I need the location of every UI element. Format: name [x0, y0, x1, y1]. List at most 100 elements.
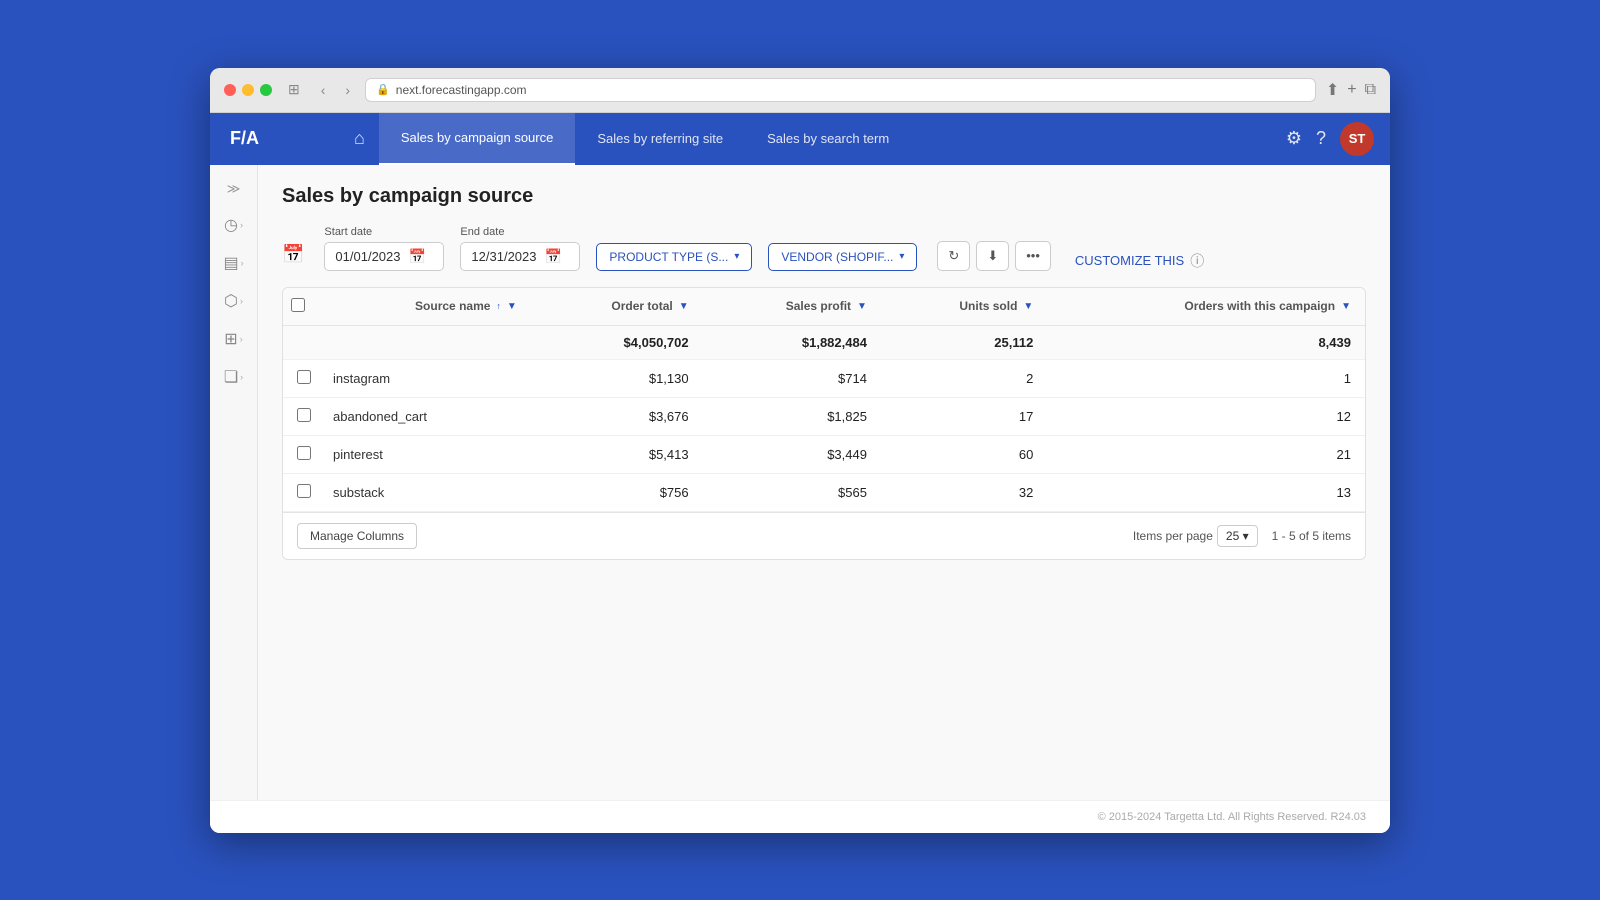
cell-source-1: abandoned_cart [319, 397, 531, 435]
new-tab-button[interactable]: + [1347, 80, 1356, 100]
col-source-name: Source name ↑ ▼ [319, 288, 531, 326]
row-checkbox-3[interactable] [297, 484, 311, 498]
chevron-right-icon-5: › [240, 372, 243, 382]
cell-sales-profit-1: $1,825 [703, 397, 881, 435]
end-date-value: 12/31/2023 [471, 249, 536, 264]
table-row: instagram $1,130 $714 2 1 [283, 359, 1365, 397]
tab-sales-campaign[interactable]: Sales by campaign source [379, 113, 575, 165]
summary-orders: 8,439 [1047, 325, 1365, 359]
select-all-checkbox[interactable] [291, 298, 305, 312]
chevron-right-icon-3: › [240, 296, 243, 306]
tab-sales-search[interactable]: Sales by search term [745, 113, 911, 165]
calendar-start-icon: 📅 [409, 248, 426, 265]
sidebar-toggle-button[interactable]: ⊞ [282, 79, 306, 100]
vendor-chevron-icon: ▾ [899, 251, 904, 262]
cell-source-0: instagram [319, 359, 531, 397]
forward-button[interactable]: › [340, 80, 355, 100]
col-orders-campaign-label: Orders with this campaign [1184, 299, 1335, 313]
cell-orders-0: 1 [1047, 359, 1365, 397]
sidebar-collapse-button[interactable]: ≫ [221, 175, 247, 203]
cell-orders-2: 21 [1047, 435, 1365, 473]
filter-units-icon[interactable]: ▼ [1023, 301, 1033, 312]
more-options-button[interactable]: ••• [1015, 241, 1051, 271]
sidebar-item-3[interactable]: ⬡ › [214, 283, 254, 319]
settings-icon[interactable]: ⚙ [1286, 128, 1302, 149]
end-date-input[interactable]: 12/31/2023 📅 [460, 242, 580, 271]
cell-sales-profit-2: $3,449 [703, 435, 881, 473]
start-date-input[interactable]: 01/01/2023 📅 [324, 242, 444, 271]
end-date-label: End date [460, 226, 580, 238]
copyright-text: © 2015-2024 Targetta Ltd. All Rights Res… [1098, 811, 1366, 823]
table-row: pinterest $5,413 $3,449 60 21 [283, 435, 1365, 473]
row-checkbox-1[interactable] [297, 408, 311, 422]
sidebar-icon-3: ⬡ [224, 291, 238, 311]
cell-order-total-3: $756 [531, 473, 703, 511]
table-row: abandoned_cart $3,676 $1,825 17 12 [283, 397, 1365, 435]
sort-asc-icon[interactable]: ↑ [496, 302, 501, 311]
customize-this-link[interactable]: CUSTOMIZE THIS ⓘ [1075, 251, 1204, 271]
per-page-selector[interactable]: 25 ▾ [1217, 525, 1258, 547]
sidebar-icon-5: ❏ [224, 367, 238, 387]
cell-units-sold-3: 32 [881, 473, 1047, 511]
pagination-range: 1 - 5 of 5 items [1272, 529, 1351, 543]
minimize-button[interactable] [242, 84, 254, 96]
sidebar-item-1[interactable]: ◷ › [214, 207, 254, 243]
refresh-button[interactable]: ↻ [937, 241, 970, 271]
filter-profit-icon[interactable]: ▼ [857, 301, 867, 312]
sidebar-item-5[interactable]: ❏ › [214, 359, 254, 395]
row-checkbox-0[interactable] [297, 370, 311, 384]
sidebar-item-2[interactable]: ▤ › [214, 245, 254, 281]
home-button[interactable]: ⌂ [340, 114, 379, 163]
address-bar[interactable]: 🔒 next.forecastingapp.com [365, 78, 1316, 102]
summary-sales-profit: $1,882,484 [703, 325, 881, 359]
filter-source-icon[interactable]: ▼ [507, 301, 517, 312]
calendar-icon: 📅 [282, 244, 304, 265]
table-footer: Manage Columns Items per page 25 ▾ 1 - 5… [283, 512, 1365, 559]
data-table: Source name ↑ ▼ Order total ▼ [282, 287, 1366, 560]
tabs-button[interactable]: ⧉ [1365, 80, 1376, 100]
sidebar-item-4[interactable]: ⊞ › [214, 321, 254, 357]
filter-orders-icon[interactable]: ▼ [1341, 301, 1351, 312]
cell-units-sold-2: 60 [881, 435, 1047, 473]
filter-order-icon[interactable]: ▼ [679, 301, 689, 312]
col-sales-profit: Sales profit ▼ [703, 288, 881, 326]
cell-order-total-2: $5,413 [531, 435, 703, 473]
maximize-button[interactable] [260, 84, 272, 96]
download-button[interactable]: ⬇ [976, 241, 1009, 271]
vendor-filter-label: VENDOR (SHOPIF... [781, 250, 893, 264]
product-type-chevron-icon: ▾ [734, 251, 739, 262]
tab-sales-referring[interactable]: Sales by referring site [575, 113, 745, 165]
app-logo: F/A [210, 128, 340, 149]
customize-help-icon: ⓘ [1190, 251, 1204, 271]
app-footer: © 2015-2024 Targetta Ltd. All Rights Res… [210, 800, 1390, 833]
summary-order-total: $4,050,702 [531, 325, 703, 359]
product-type-filter-button[interactable]: PRODUCT TYPE (S... ▾ [596, 243, 752, 271]
help-icon[interactable]: ? [1316, 128, 1326, 149]
download-icon: ⬇ [987, 248, 998, 264]
close-button[interactable] [224, 84, 236, 96]
cell-order-total-1: $3,676 [531, 397, 703, 435]
select-all-column [283, 288, 319, 326]
col-units-sold: Units sold ▼ [881, 288, 1047, 326]
calendar-end-icon: 📅 [545, 248, 562, 265]
cell-units-sold-1: 17 [881, 397, 1047, 435]
col-sales-profit-label: Sales profit [786, 299, 851, 313]
nav-tabs: Sales by campaign source Sales by referr… [379, 113, 911, 165]
back-button[interactable]: ‹ [316, 80, 331, 100]
chevron-right-icon-4: › [240, 334, 243, 344]
cell-source-3: substack [319, 473, 531, 511]
row-checkbox-2[interactable] [297, 446, 311, 460]
summary-units-sold: 25,112 [881, 325, 1047, 359]
cell-sales-profit-3: $565 [703, 473, 881, 511]
avatar[interactable]: ST [1340, 122, 1374, 156]
col-source-name-label: Source name [415, 299, 490, 313]
cell-orders-3: 13 [1047, 473, 1365, 511]
chevron-right-icon-2: › [241, 258, 244, 268]
share-button[interactable]: ⬆ [1326, 80, 1339, 100]
cell-source-2: pinterest [319, 435, 531, 473]
items-per-page: Items per page 25 ▾ [1133, 525, 1258, 547]
manage-columns-button[interactable]: Manage Columns [297, 523, 417, 549]
chevron-right-icon: › [240, 220, 243, 230]
vendor-filter-button[interactable]: VENDOR (SHOPIF... ▾ [768, 243, 917, 271]
customize-label: CUSTOMIZE THIS [1075, 253, 1184, 268]
